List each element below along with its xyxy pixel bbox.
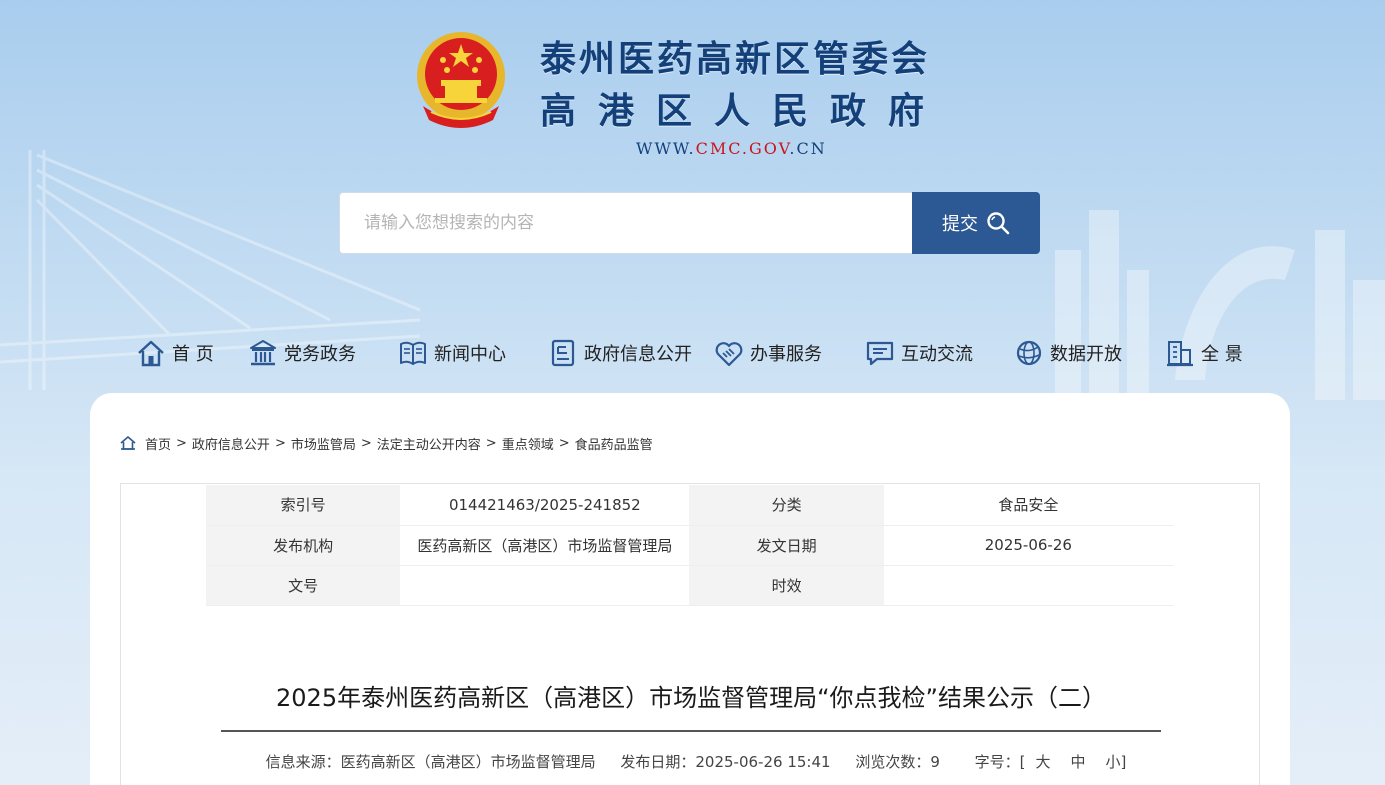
article-publish-date: 发布日期：2025-06-26 15:41 [620,753,831,771]
breadcrumb-link-home[interactable]: 首页 [145,434,171,453]
breadcrumb-separator: > [558,435,570,451]
meta-docno-value [400,565,690,606]
nav-item-label: 党务政务 [284,344,356,365]
nav-item-open-data[interactable]: 数据开放 [1014,330,1122,376]
meta-publisher-label: 发布机构 [206,525,401,566]
nav-item-label: 新闻中心 [434,344,506,365]
breadcrumb-link-food-drug[interactable]: 食品药品监管 [575,434,653,453]
meta-validity-label: 时效 [689,565,884,606]
site-title-line2: 高港区人民政府 [540,90,947,132]
handshake-icon [715,342,743,367]
table-row: 文号 时效 [206,565,1173,606]
meta-publisher-value: 医药高新区（高港区）市场监督管理局 [400,525,690,566]
nav-item-interaction[interactable]: 互动交流 [865,330,973,376]
breadcrumb-separator: > [360,435,372,451]
font-size-label: 字号：[ [974,753,1026,771]
nav-item-news-center[interactable]: 新闻中心 [398,330,506,376]
nav-item-home[interactable]: 首 页 [136,330,214,376]
meta-index-label: 索引号 [206,485,401,526]
nav-item-label: 数据开放 [1050,344,1122,365]
meta-date-label: 发文日期 [689,525,884,566]
home-icon [120,436,136,450]
breadcrumb-separator: > [176,435,187,451]
font-size-small-button[interactable]: 小] [1106,753,1127,771]
site-header: 泰州医药高新区管委会 高港区人民政府 WWW.CMC.GOV.CN [0,0,1385,180]
font-size-medium-button[interactable]: 中 [1071,753,1086,771]
meta-category-label: 分类 [689,485,884,526]
search-submit-button[interactable]: 提交 [912,192,1040,254]
meta-date-value: 2025-06-26 [883,525,1173,566]
chat-icon [866,341,894,366]
search-icon [987,212,1010,235]
site-url-suffix: .CN [789,139,827,158]
article-source: 信息来源：医药高新区（高港区）市场监督管理局 [265,753,596,771]
article-info-bar: 信息来源：医药高新区（高港区）市场监督管理局 发布日期：2025-06-26 1… [221,751,1161,772]
site-url-domain: CMC.GOV [695,139,790,158]
city-icon [1167,341,1193,367]
search-submit-label: 提交 [942,214,978,235]
meta-index-value: 014421463/2025-241852 [400,485,690,526]
table-row: 索引号 014421463/2025-241852 分类 食品安全 [206,485,1173,526]
building-icon [250,340,276,366]
breadcrumb-separator: > [274,435,286,451]
nav-item-label: 首 页 [172,344,214,365]
nav-item-gov-info-disclosure[interactable]: 政府信息公开 [548,330,692,376]
breadcrumb-link-key-areas[interactable]: 重点领域 [502,434,554,453]
document-icon [551,339,575,367]
nav-item-panorama[interactable]: 全 景 [1165,330,1243,376]
site-url-prefix: WWW. [636,139,696,158]
breadcrumb-link-gov-info[interactable]: 政府信息公开 [192,434,270,453]
search-box [339,192,913,254]
globe-icon [1016,340,1042,366]
nav-item-label: 全 景 [1201,344,1243,365]
main-nav: 首 页 党务政务 新闻中心 政府信息公开 办事服务 互动交流 数据开放 全 景 [0,330,1385,376]
national-emblem-icon [417,32,505,128]
home-icon [138,340,164,367]
search-input[interactable] [340,193,913,253]
nav-item-label: 办事服务 [750,344,822,365]
nav-item-services[interactable]: 办事服务 [714,330,822,376]
breadcrumb-link-market-bureau[interactable]: 市场监管局 [291,434,356,453]
table-row: 发布机构 医药高新区（高港区）市场监督管理局 发文日期 2025-06-26 [206,525,1173,566]
nav-item-label: 政府信息公开 [584,344,692,365]
nav-item-party-affairs[interactable]: 党务政务 [248,330,356,376]
document-meta-table: 索引号 014421463/2025-241852 分类 食品安全 发布机构 医… [206,485,1173,606]
nav-item-label: 互动交流 [901,344,973,365]
book-icon [400,341,426,365]
site-title-line1: 泰州医药高新区管委会 [540,38,931,80]
article-views: 浏览次数：9 [855,753,940,771]
font-size-large-button[interactable]: 大 [1036,753,1051,771]
site-url: WWW.CMC.GOV.CN [636,139,827,158]
font-size-control: 字号：[ 大 中 小] [965,753,1127,771]
breadcrumb-link-statutory[interactable]: 法定主动公开内容 [377,434,481,453]
meta-category-value: 食品安全 [883,485,1173,526]
breadcrumb: 首页 > 政府信息公开 > 市场监管局 > 法定主动公开内容 > 重点领域 > … [120,433,653,453]
breadcrumb-separator: > [485,435,497,451]
title-divider [221,730,1161,732]
meta-validity-value [883,565,1173,606]
article-title: 2025年泰州医药高新区（高港区）市场监督管理局“你点我检”结果公示（二） [276,684,1106,712]
meta-docno-label: 文号 [206,565,401,606]
